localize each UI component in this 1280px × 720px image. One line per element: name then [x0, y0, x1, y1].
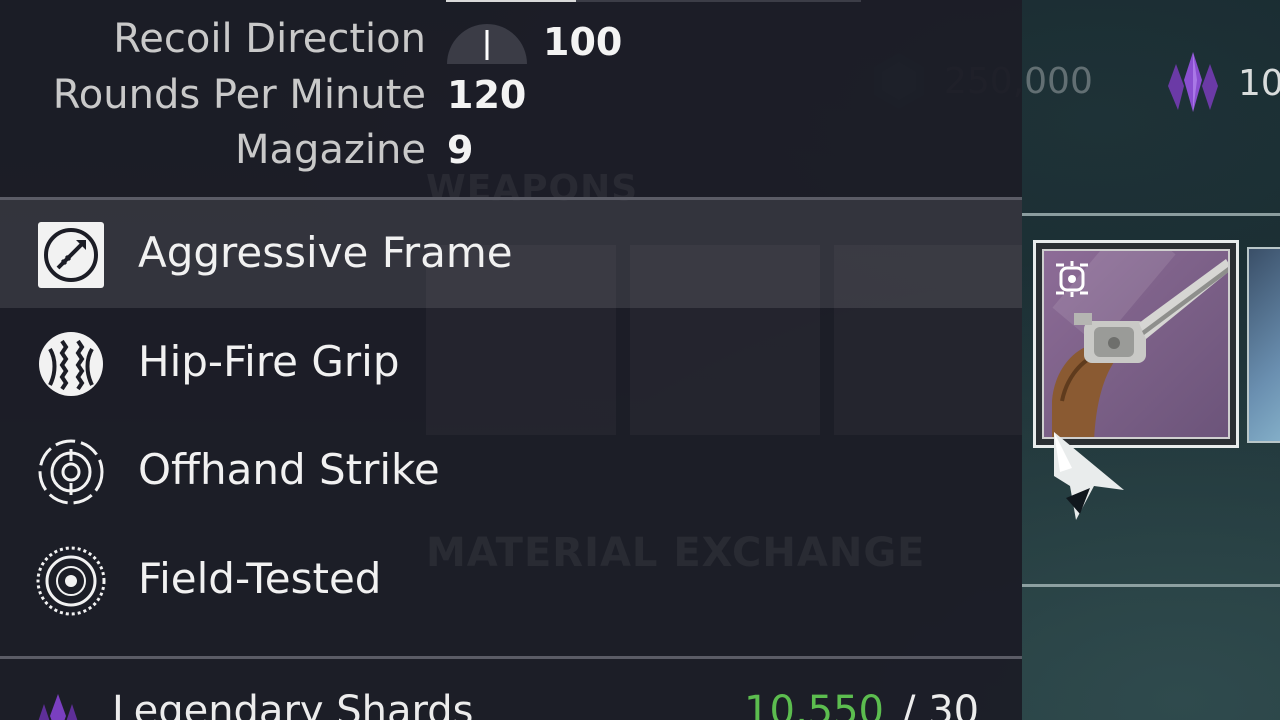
perk-label: Field-Tested [138, 554, 382, 603]
weapon-tile-next[interactable] [1247, 247, 1280, 443]
perk-label: Aggressive Frame [138, 228, 513, 277]
cost-required: / 30 [902, 688, 980, 720]
field-tested-icon [36, 546, 106, 616]
divider [0, 656, 1022, 659]
recoil-direction-gauge [447, 24, 527, 64]
hip-fire-grip-icon [39, 332, 103, 396]
section-divider [1022, 584, 1280, 587]
crystal-icon [1168, 52, 1218, 112]
legendary-shard-icon [38, 694, 78, 720]
stat-label: Recoil Direction [113, 16, 426, 62]
perk-aggressive-frame[interactable]: Aggressive Frame [0, 200, 1022, 308]
cursor-icon [1054, 432, 1124, 520]
cost-row: Legendary Shards 10,550 / 30 [0, 688, 1022, 720]
weapon-tooltip-panel: WEAPONS MATERIAL EXCHANGE Recoil Directi… [0, 0, 1022, 720]
revolver-weapon-tile[interactable] [1033, 240, 1239, 448]
crystal-amount: 10 [1238, 62, 1280, 104]
stat-value: 9 [447, 128, 474, 172]
adaptive-frame-icon [1056, 261, 1088, 297]
perk-label: Offhand Strike [138, 445, 440, 494]
stat-row-magazine: Magazine [0, 125, 1022, 175]
aggressive-frame-icon [38, 222, 104, 288]
offhand-strike-icon [38, 439, 104, 505]
perk-field-tested[interactable]: Field-Tested [0, 526, 1022, 634]
cost-label: Legendary Shards [112, 688, 474, 720]
stat-value: 120 [447, 73, 527, 117]
perk-label: Hip-Fire Grip [138, 337, 400, 386]
cost-available: 10,550 [744, 688, 884, 720]
stat-bar [446, 0, 861, 2]
perk-hip-fire-grip[interactable]: Hip-Fire Grip [0, 309, 1022, 417]
section-divider [1022, 213, 1280, 216]
perk-offhand-strike[interactable]: Offhand Strike [0, 417, 1022, 525]
stat-label: Rounds Per Minute [52, 72, 426, 118]
crystal-currency: 10 [1162, 50, 1280, 116]
stat-label: Magazine [235, 127, 426, 173]
stat-value: 100 [543, 20, 623, 64]
